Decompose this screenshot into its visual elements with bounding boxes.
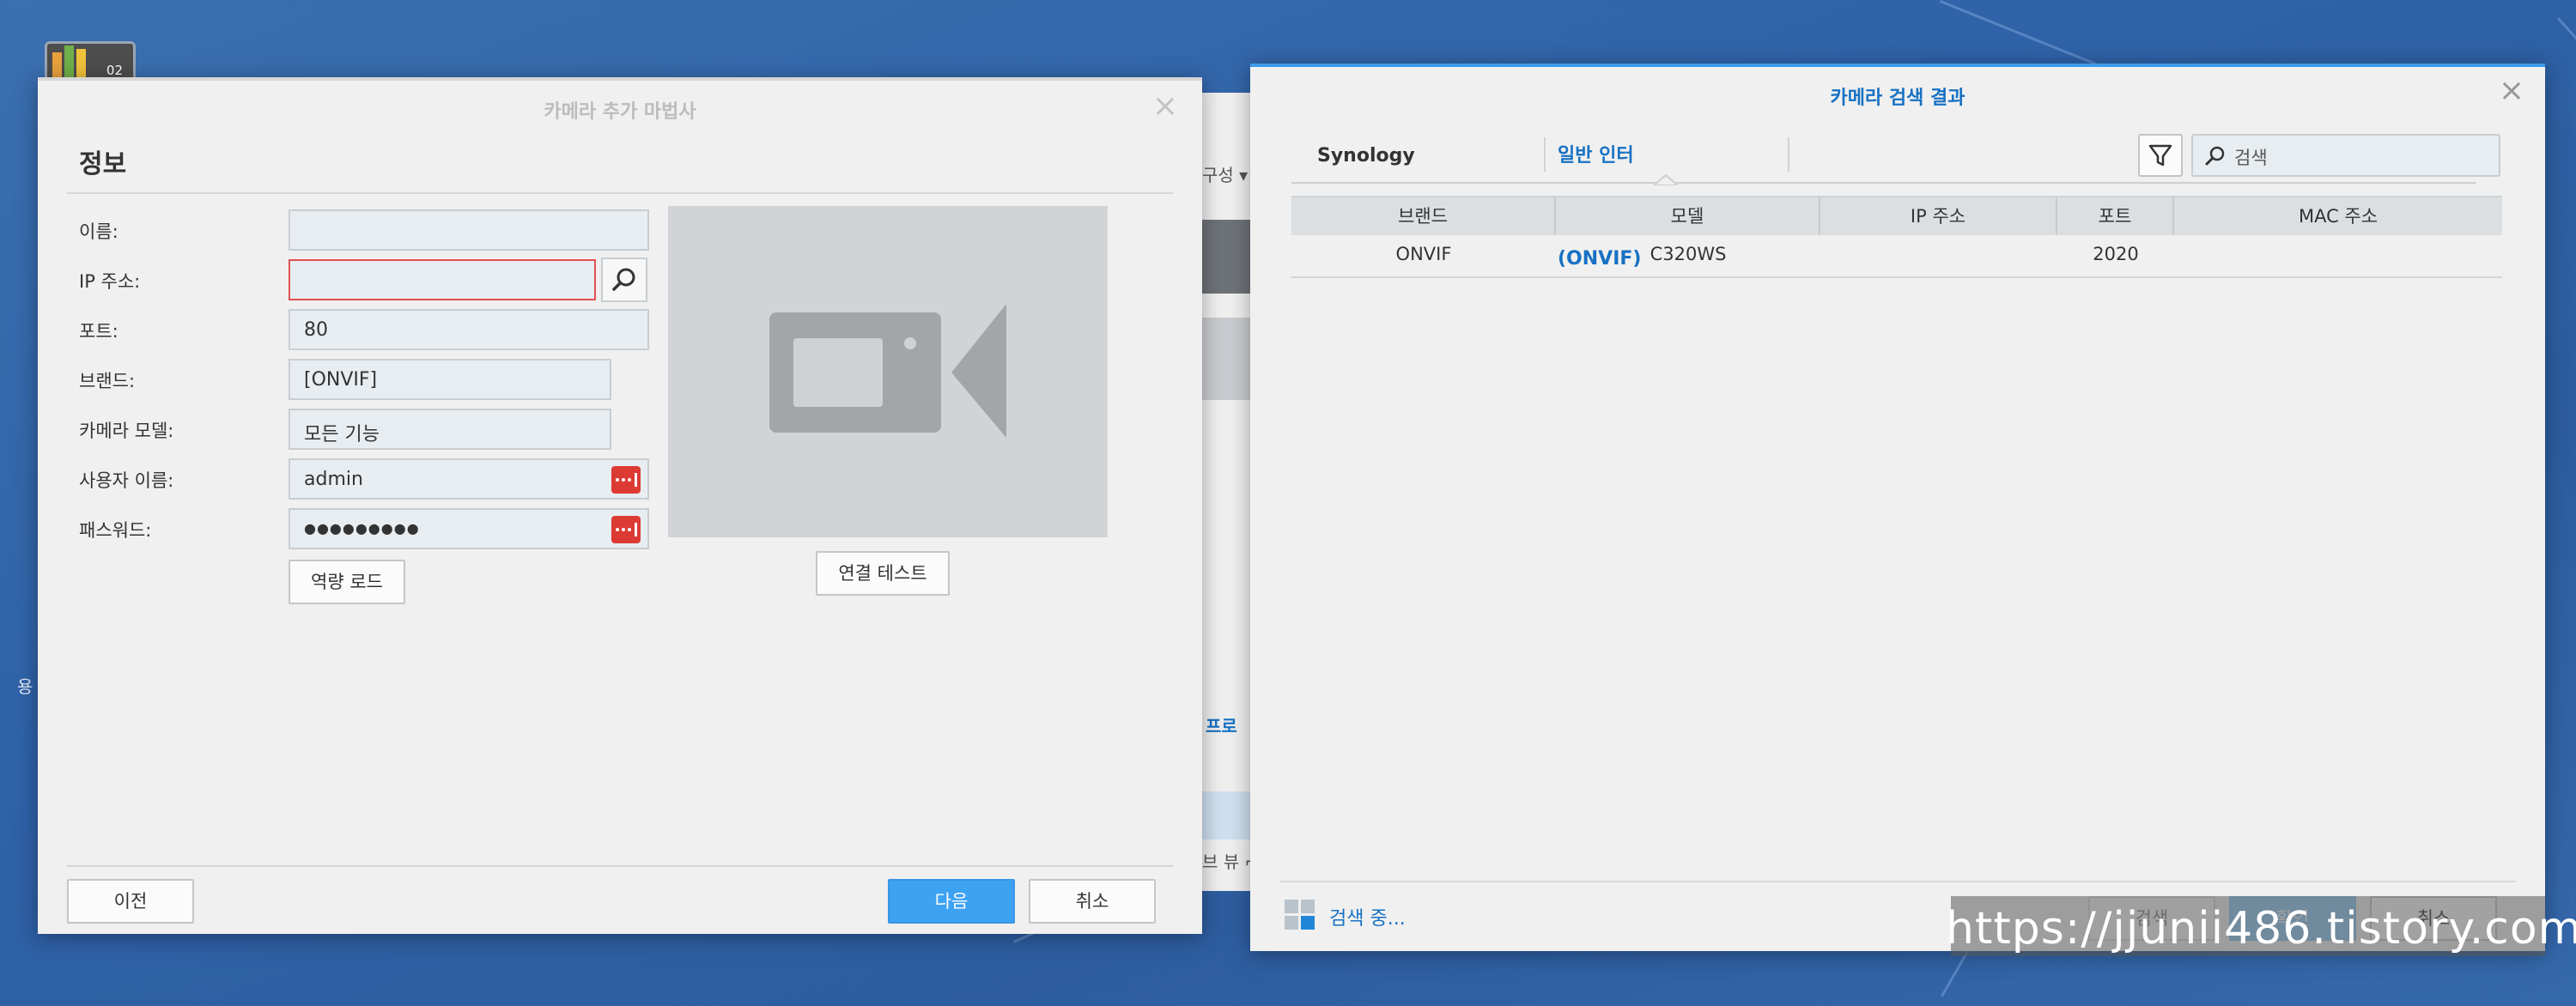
- column-header[interactable]: IP 주소: [1820, 197, 2057, 235]
- background-thumbnail: [1202, 318, 1250, 400]
- name-field[interactable]: [289, 209, 649, 251]
- next-button[interactable]: 다음: [888, 879, 1015, 924]
- cell-brand: ONVIF: [1395, 244, 1452, 264]
- loading-icon: [1285, 900, 1315, 930]
- ip-field[interactable]: [289, 259, 596, 300]
- add-camera-wizard: 카메라 추가 마법사 × 정보 이름: IP 주소: 포트: 80 브랜드: […: [38, 77, 1202, 934]
- column-header[interactable]: 포트: [2057, 197, 2174, 235]
- search-status-text: 검색 중...: [1329, 908, 1406, 930]
- tab-synology-cameras[interactable]: Synology 지원 카메라: [1317, 130, 1415, 218]
- background-link[interactable]: 프로: [1206, 712, 1250, 737]
- cancel-button[interactable]: 취소: [1029, 879, 1156, 924]
- background-menu[interactable]: 구성 ▾: [1202, 161, 1250, 196]
- camera-search-results-window: 카메라 검색 결과 × Synology 지원 카메라 일반 인터페이스(ONV…: [1250, 64, 2545, 951]
- wizard-close-icon[interactable]: ×: [1152, 91, 1178, 122]
- filter-icon: [2148, 144, 2172, 167]
- test-connection-button[interactable]: 연결 테스트: [816, 551, 950, 596]
- name-label: 이름:: [79, 221, 118, 242]
- port-field[interactable]: 80: [289, 309, 649, 350]
- username-value: admin: [304, 469, 363, 490]
- ip-label: IP 주소:: [79, 271, 141, 292]
- search-icon: [612, 268, 635, 291]
- divider: [1279, 881, 2516, 882]
- search-placeholder: 검색: [2234, 148, 2268, 168]
- tab-separator: [1544, 137, 1546, 172]
- search-icon: [2205, 146, 2225, 166]
- username-label: 사용자 이름:: [79, 470, 174, 491]
- brand-label: 브랜드:: [79, 371, 136, 391]
- tabs-divider: [1291, 182, 2476, 184]
- desktop-decor-line: [2556, 17, 2576, 96]
- divider: [67, 865, 1173, 867]
- background-strip-bar: [1202, 791, 1250, 839]
- cell-ip: [1820, 235, 2057, 276]
- username-field[interactable]: admin: [289, 458, 649, 500]
- section-title: 정보: [79, 149, 127, 179]
- camera-preview: [668, 206, 1108, 537]
- prev-button[interactable]: 이전: [67, 879, 194, 924]
- desktop-icon-number: 02: [106, 63, 123, 78]
- password-label: 패스워드:: [79, 520, 152, 541]
- tab-onvif[interactable]: 일반 인터페이스(ONVIF): [1558, 130, 1641, 270]
- watermark-text: https://jjunii486.tistory.com: [1946, 903, 2576, 954]
- password-manager-icon[interactable]: [611, 516, 641, 543]
- column-header[interactable]: MAC 주소: [2174, 197, 2502, 235]
- search-input[interactable]: 검색: [2191, 134, 2500, 177]
- video-camera-icon: [769, 304, 1006, 438]
- divider: [67, 192, 1173, 194]
- wizard-title: 카메라 추가 마법사: [544, 101, 696, 123]
- background-window: 구성 ▾ 프로 브 뷰 ⌐: [1202, 93, 1250, 891]
- column-header[interactable]: 모델: [1556, 197, 1820, 235]
- background-footer-text: 브 뷰 ⌐: [1202, 851, 1250, 872]
- ip-search-button[interactable]: [601, 258, 647, 302]
- results-title: 카메라 검색 결과: [1830, 88, 1965, 109]
- icon-bar: [64, 45, 74, 78]
- port-label: 포트:: [79, 321, 118, 342]
- icon-bar: [76, 49, 86, 78]
- background-thumbnail: [1202, 220, 1250, 294]
- cell-port: 2020: [2093, 244, 2139, 264]
- table-header: 브랜드 모델 IP 주소 포트 MAC 주소: [1291, 196, 2502, 235]
- brand-select[interactable]: [ONVIF]: [289, 359, 611, 400]
- column-header[interactable]: 브랜드: [1291, 197, 1556, 235]
- cell-model: C320WS: [1649, 244, 1727, 264]
- model-select[interactable]: 모든 기능: [289, 409, 611, 450]
- icon-bar: [52, 52, 62, 78]
- password-value: ●●●●●●●●●: [304, 520, 420, 536]
- model-label: 카메라 모델:: [79, 421, 174, 441]
- desktop-edge-text: 용: [17, 676, 33, 697]
- table-row[interactable]: ONVIF C320WS 2020: [1291, 235, 2502, 278]
- load-capability-button[interactable]: 역량 로드: [289, 560, 405, 604]
- password-field[interactable]: ●●●●●●●●●: [289, 508, 649, 549]
- active-tab-caret-icon: [1654, 173, 1678, 185]
- password-manager-icon[interactable]: [611, 466, 641, 494]
- cell-mac: [2174, 235, 2502, 276]
- background-menu-label: 구성: [1202, 165, 1234, 185]
- results-close-icon[interactable]: ×: [2499, 76, 2524, 106]
- tab-separator: [1788, 137, 1789, 172]
- filter-button[interactable]: [2138, 134, 2183, 177]
